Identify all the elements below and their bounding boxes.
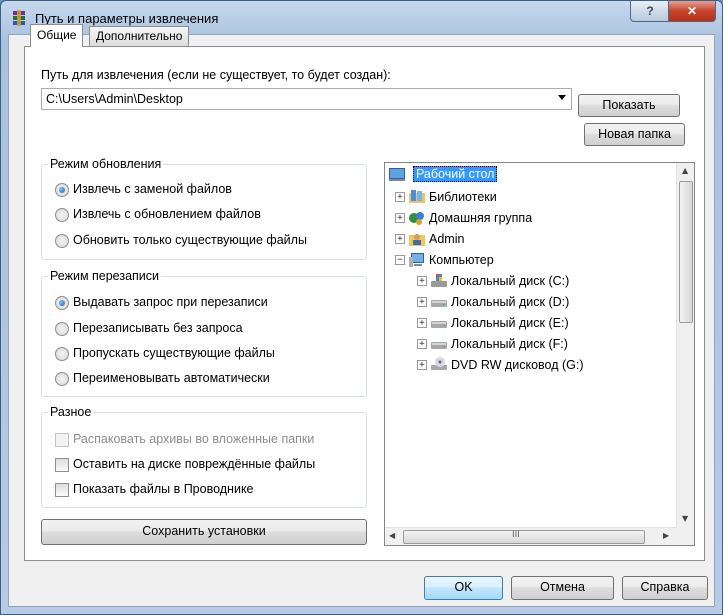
extract-nested-checkbox[interactable] bbox=[55, 433, 69, 447]
expand-icon[interactable]: + bbox=[417, 297, 427, 307]
tree-item-homegroup[interactable]: + Домашняя группа bbox=[395, 209, 675, 227]
misc-title: Разное bbox=[48, 405, 94, 419]
overwrite-option-overwrite-radio[interactable] bbox=[55, 322, 69, 336]
drive-icon bbox=[431, 342, 447, 349]
scroll-up-icon[interactable]: ▲ bbox=[682, 166, 688, 175]
overwrite-mode-title: Режим перезаписи bbox=[48, 269, 162, 283]
tree-item-label: Библиотеки bbox=[429, 190, 497, 204]
expand-icon[interactable]: + bbox=[417, 318, 427, 328]
overwrite-option-rename-label[interactable]: Переименовывать автоматически bbox=[73, 371, 270, 385]
tree-item-label: Домашняя группа bbox=[429, 211, 533, 225]
expand-icon[interactable]: + bbox=[395, 213, 405, 223]
show-in-explorer-checkbox[interactable] bbox=[55, 483, 69, 497]
overwrite-option-skip-label[interactable]: Пропускать существующие файлы bbox=[73, 346, 275, 360]
expand-icon[interactable]: + bbox=[417, 360, 427, 370]
scroll-thumb-vertical[interactable] bbox=[679, 181, 693, 323]
folder-tree[interactable]: Рабочий стол + Библиотеки + Домашняя гру… bbox=[384, 162, 695, 546]
path-value: C:\Users\Admin\Desktop bbox=[46, 92, 183, 106]
homegroup-icon bbox=[409, 212, 424, 225]
tree-vertical-scrollbar[interactable]: ▲ ▼ bbox=[676, 163, 694, 528]
libraries-icon bbox=[409, 190, 425, 203]
update-option-existing-label[interactable]: Обновить только существующие файлы bbox=[73, 233, 307, 247]
tree-item-drive-g[interactable]: + DVD RW дисковод (G:) bbox=[417, 356, 675, 374]
tree-horizontal-scrollbar[interactable]: ◀ III ▶ bbox=[385, 527, 677, 545]
tree-item-label: Admin bbox=[429, 232, 465, 246]
help-button[interactable]: Справка bbox=[622, 576, 708, 600]
tree-item-label: Локальный диск (D:) bbox=[451, 295, 570, 309]
expand-icon[interactable]: + bbox=[395, 234, 405, 244]
scroll-corner bbox=[677, 528, 694, 545]
overwrite-option-skip-radio[interactable] bbox=[55, 347, 69, 361]
update-option-existing-radio[interactable] bbox=[55, 234, 69, 248]
drive-icon bbox=[431, 321, 447, 328]
update-option-replace-label[interactable]: Извлечь с заменой файлов bbox=[73, 182, 232, 196]
tree-item-label: Локальный диск (F:) bbox=[451, 337, 568, 351]
title-help-button[interactable]: ? bbox=[630, 1, 670, 22]
scroll-grip: III bbox=[512, 530, 520, 540]
new-folder-button[interactable]: Новая папка bbox=[584, 123, 685, 146]
winrar-icon bbox=[13, 10, 25, 26]
update-option-replace-radio[interactable] bbox=[55, 183, 69, 197]
drive-icon bbox=[431, 300, 447, 307]
tree-item-label: Локальный диск (E:) bbox=[451, 316, 569, 330]
tab-general[interactable]: Общие bbox=[30, 24, 84, 47]
scroll-thumb-horizontal[interactable]: III bbox=[403, 530, 645, 544]
update-option-update-radio[interactable] bbox=[55, 208, 69, 222]
chevron-down-icon[interactable] bbox=[558, 95, 566, 100]
update-mode-title: Режим обновления bbox=[48, 157, 164, 171]
overwrite-option-rename-radio[interactable] bbox=[55, 372, 69, 386]
tree-item-label: Компьютер bbox=[429, 253, 494, 267]
keep-broken-label[interactable]: Оставить на диске повреждённые файлы bbox=[73, 457, 315, 471]
desktop-icon bbox=[389, 168, 405, 181]
tree-item-admin[interactable]: + Admin bbox=[395, 230, 675, 248]
keep-broken-checkbox[interactable] bbox=[55, 458, 69, 472]
scroll-down-icon[interactable]: ▼ bbox=[682, 514, 688, 523]
tab-advanced[interactable]: Дополнительно bbox=[89, 26, 190, 46]
tree-item-label: DVD RW дисковод (G:) bbox=[451, 358, 584, 372]
user-folder-icon bbox=[409, 234, 425, 246]
tree-item-drive-f[interactable]: + Локальный диск (F:) bbox=[417, 335, 675, 353]
scroll-left-icon[interactable]: ◀ bbox=[389, 531, 395, 540]
path-combobox[interactable]: C:\Users\Admin\Desktop bbox=[41, 88, 572, 110]
ok-button[interactable]: OK bbox=[424, 576, 503, 600]
extract-nested-label: Распаковать архивы во вложенные папки bbox=[73, 432, 315, 446]
scroll-right-icon[interactable]: ▶ bbox=[663, 531, 669, 540]
expand-icon[interactable]: + bbox=[417, 339, 427, 349]
path-label: Путь для извлечения (если не существует,… bbox=[41, 68, 391, 82]
save-settings-button[interactable]: Сохранить установки bbox=[41, 519, 367, 545]
tree-item-desktop-label[interactable]: Рабочий стол bbox=[413, 166, 498, 182]
tree-item-computer[interactable]: − Компьютер bbox=[395, 251, 675, 269]
show-in-explorer-label[interactable]: Показать файлы в Проводнике bbox=[73, 482, 254, 496]
overwrite-option-ask-radio[interactable] bbox=[55, 296, 69, 310]
expand-icon[interactable]: + bbox=[417, 276, 427, 286]
dvd-drive-icon bbox=[431, 357, 447, 370]
tree-item-drive-d[interactable]: + Локальный диск (D:) bbox=[417, 293, 675, 311]
overwrite-option-overwrite-label[interactable]: Перезаписывать без запроса bbox=[73, 321, 243, 335]
overwrite-option-ask-label[interactable]: Выдавать запрос при перезаписи bbox=[73, 295, 268, 309]
tree-item-libraries[interactable]: + Библиотеки bbox=[395, 188, 675, 206]
tree-item-drive-e[interactable]: + Локальный диск (E:) bbox=[417, 314, 675, 332]
collapse-icon[interactable]: − bbox=[395, 255, 405, 265]
computer-icon bbox=[409, 253, 424, 267]
update-option-update-label[interactable]: Извлечь с обновлением файлов bbox=[73, 207, 261, 221]
title-close-button[interactable]: ✕ bbox=[668, 1, 716, 22]
tree-item-label: Локальный диск (C:) bbox=[451, 274, 570, 288]
system-drive-icon bbox=[431, 274, 447, 287]
show-button[interactable]: Показать bbox=[578, 94, 680, 117]
expand-icon[interactable]: + bbox=[395, 192, 405, 202]
cancel-button[interactable]: Отмена bbox=[511, 576, 614, 600]
tree-item-drive-c[interactable]: + Локальный диск (C:) bbox=[417, 272, 675, 290]
